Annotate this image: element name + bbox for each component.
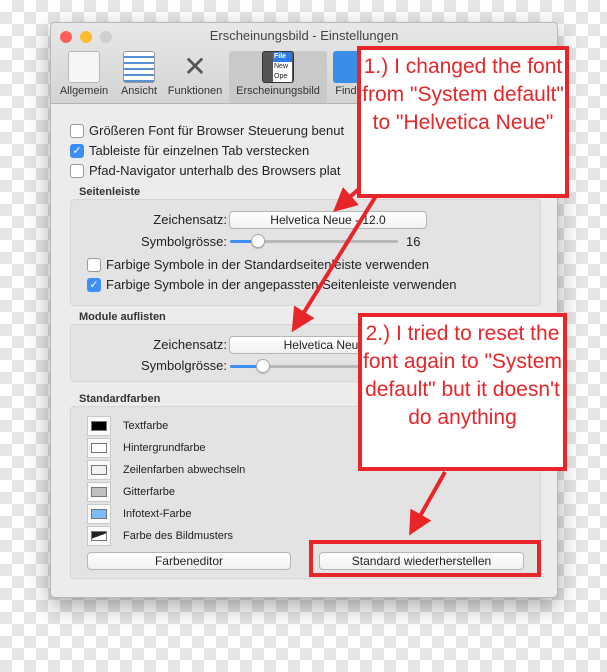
annotation-note-2: 2.) I tried to reset the font again to "… [358,313,567,471]
annotation-highlight-box [309,540,541,577]
annotation-note-1: 1.) I changed the font from "System defa… [357,46,569,198]
arrow-to-reset [409,471,447,536]
